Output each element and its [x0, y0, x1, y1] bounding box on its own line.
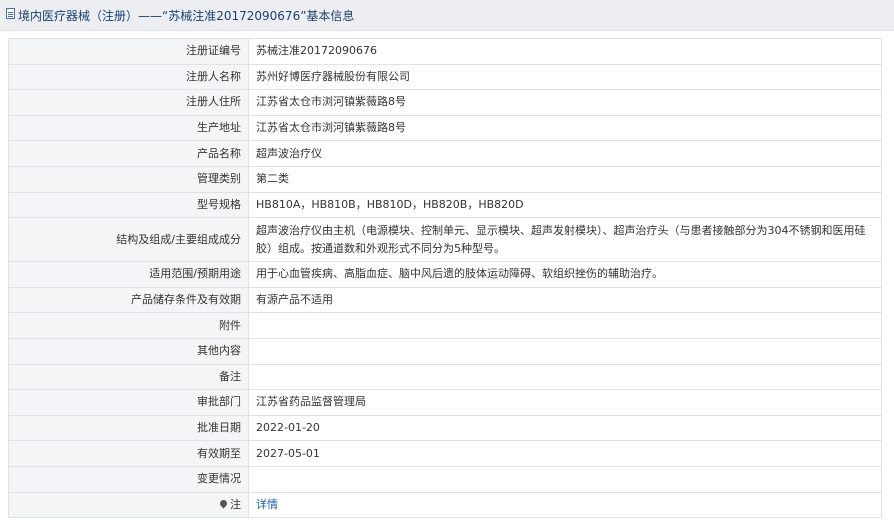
- row-value: 2027-05-01: [248, 440, 882, 467]
- table-row: 附件: [8, 312, 882, 339]
- row-label: 型号规格: [8, 191, 249, 219]
- row-label: 审批部门: [8, 389, 249, 416]
- row-label: 有效期至: [8, 440, 249, 467]
- note-label-cell: 注: [8, 491, 249, 519]
- table-row: 管理类别 第二类: [8, 165, 882, 193]
- row-label: 批准日期: [8, 414, 249, 442]
- row-value: [248, 337, 882, 365]
- row-label: 注册证编号: [8, 38, 249, 65]
- row-label: 备注: [8, 363, 249, 391]
- table-row: 注册人住所 江苏省太仓市浏河镇紫薇路8号: [8, 89, 882, 116]
- row-label: 注册人名称: [8, 63, 249, 91]
- page-header: 境内医疗器械（注册）——“苏械注准20172090676”基本信息: [0, 0, 894, 31]
- row-label: 生产地址: [8, 114, 249, 142]
- row-label: 注册人住所: [8, 89, 249, 116]
- table-row: 产品名称 超声波治疗仪: [8, 140, 882, 167]
- row-label: 管理类别: [8, 165, 249, 193]
- row-value: [248, 465, 882, 493]
- row-value: [248, 312, 882, 339]
- row-value: 第二类: [248, 165, 882, 193]
- row-value: 2022-01-20: [248, 414, 882, 442]
- row-value: HB810A，HB810B，HB810D，HB820B，HB820D: [248, 191, 882, 219]
- table-row: 生产地址 江苏省太仓市浏河镇紫薇路8号: [8, 114, 882, 142]
- table-row: 型号规格 HB810A，HB810B，HB810D，HB820B，HB820D: [8, 191, 882, 219]
- table-row: 注册人名称 苏州好博医疗器械股份有限公司: [8, 63, 882, 91]
- row-value: 苏械注准20172090676: [248, 38, 882, 65]
- pin-icon: [218, 498, 229, 509]
- table-row: 备注: [8, 363, 882, 391]
- row-value: 苏州好博医疗器械股份有限公司: [248, 63, 882, 91]
- table-row: 其他内容: [8, 337, 882, 365]
- row-value: 江苏省药品监督管理局: [248, 389, 882, 416]
- document-icon: [6, 8, 15, 19]
- row-value: 超声波治疗仪: [248, 140, 882, 167]
- info-table: 注册证编号 苏械注准20172090676 注册人名称 苏州好博医疗器械股份有限…: [8, 38, 882, 519]
- table-row: 注 详情: [8, 491, 882, 519]
- row-value: 详情: [248, 491, 882, 519]
- row-label: 变更情况: [8, 465, 249, 493]
- table-row: 注册证编号 苏械注准20172090676: [8, 38, 882, 65]
- row-value: 有源产品不适用: [248, 286, 882, 314]
- row-label: 产品储存条件及有效期: [8, 286, 249, 314]
- row-label: 产品名称: [8, 140, 249, 167]
- row-value: 超声波治疗仪由主机（电源模块、控制单元、显示模块、超声发射模块）、超声治疗头（与…: [248, 217, 882, 263]
- table-row: 批准日期 2022-01-20: [8, 414, 882, 442]
- table-row: 适用范围/预期用途 用于心血管疾病、高脂血症、脑中风后遗的肢体运动障碍、软组织挫…: [8, 261, 882, 288]
- row-label: 结构及组成/主要组成成分: [8, 217, 249, 263]
- row-label: 适用范围/预期用途: [8, 261, 249, 288]
- table-row: 产品储存条件及有效期 有源产品不适用: [8, 286, 882, 314]
- row-label: 附件: [8, 312, 249, 339]
- row-label: 注: [230, 497, 241, 511]
- table-row: 审批部门 江苏省药品监督管理局: [8, 389, 882, 416]
- row-value: 江苏省太仓市浏河镇紫薇路8号: [248, 89, 882, 116]
- page-title: 境内医疗器械（注册）——“苏械注准20172090676”基本信息: [18, 9, 355, 23]
- table-row: 结构及组成/主要组成成分 超声波治疗仪由主机（电源模块、控制单元、显示模块、超声…: [8, 217, 882, 263]
- row-value: 江苏省太仓市浏河镇紫薇路8号: [248, 114, 882, 142]
- details-link[interactable]: 详情: [256, 498, 278, 511]
- row-label: 其他内容: [8, 337, 249, 365]
- table-row: 变更情况: [8, 465, 882, 493]
- row-value: [248, 363, 882, 391]
- row-value: 用于心血管疾病、高脂血症、脑中风后遗的肢体运动障碍、软组织挫伤的辅助治疗。: [248, 261, 882, 288]
- table-row: 有效期至 2027-05-01: [8, 440, 882, 467]
